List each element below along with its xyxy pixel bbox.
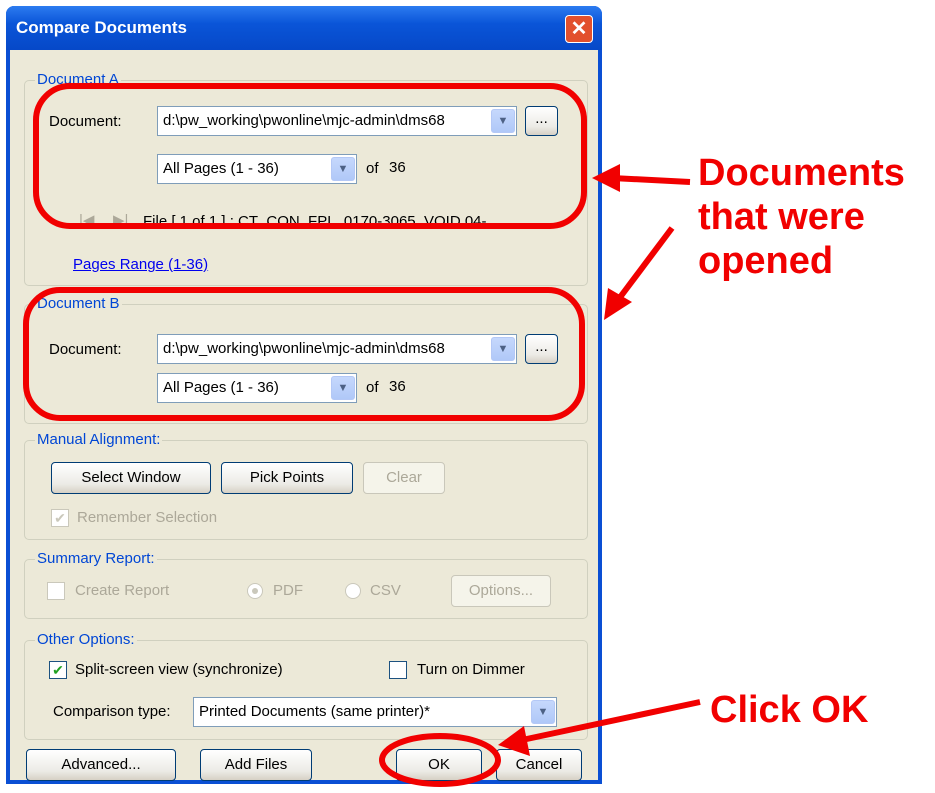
other-options-group: Other Options: ✔ Split-screen view (sync… [24,631,588,740]
dimmer-checkbox[interactable] [389,661,407,679]
document-a-legend: Document A [35,71,121,88]
document-b-legend: Document B [35,295,122,312]
document-a-pages-combo[interactable]: All Pages (1 - 36) ▼ [157,154,357,184]
pick-points-label: Pick Points [249,469,325,486]
split-screen-checkbox[interactable]: ✔ [49,661,67,679]
csv-radio [345,583,361,599]
annotation-line-1: Documents [698,152,905,194]
cancel-label: Cancel [515,756,563,773]
dialog-title: Compare Documents [16,18,187,37]
chevron-down-icon[interactable]: ▼ [491,337,515,361]
advanced-button[interactable]: Advanced... [26,749,176,781]
manual-alignment-legend: Manual Alignment: [35,431,163,448]
chevron-down-icon[interactable]: ▼ [331,157,355,181]
dimmer-label[interactable]: Turn on Dimmer [417,661,525,678]
document-a-file-info: File [ 1 of 1 ] : CT_CON_FPL_0170-3065_V… [143,213,500,230]
document-a-of: of [366,160,379,177]
arrow-to-doc-b [615,226,675,302]
annotation-line-2: that were [698,196,865,238]
select-window-button[interactable]: Select Window [51,462,211,494]
documents-annotation: Documents that were opened [698,151,905,283]
document-b-value: d:\pw_working\pwonline\mjc-admin\dms68 [163,340,445,357]
ok-button[interactable]: OK [396,749,482,781]
remember-selection-label: Remember Selection [77,509,218,526]
browse-label: ... [535,338,548,355]
document-a-label: Document: [49,113,122,130]
document-a-pages-value: All Pages (1 - 36) [163,160,279,177]
select-window-label: Select Window [81,469,181,486]
annotation-line-3: opened [698,240,834,282]
split-screen-label[interactable]: Split-screen view (synchronize) [75,661,283,678]
document-b-label: Document: [49,341,122,358]
document-b-pages-value: All Pages (1 - 36) [163,379,279,396]
chevron-down-icon[interactable]: ▼ [491,109,515,133]
comparison-type-value: Printed Documents (same printer)* [199,703,430,720]
next-file-icon[interactable]: ▶| [113,211,128,229]
checkmark-icon: ✔ [54,510,66,526]
summary-report-group: Summary Report: Create Report PDF CSV Op… [24,550,588,619]
dialog-client-area: Document A Document: d:\pw_working\pwonl… [10,50,598,781]
chevron-down-icon[interactable]: ▼ [331,376,355,400]
cancel-button[interactable]: Cancel [496,749,582,781]
document-b-page-count: 36 [389,378,406,395]
clear-label: Clear [386,469,422,486]
add-files-button[interactable]: Add Files [200,749,312,781]
comparison-type-combo[interactable]: Printed Documents (same printer)* ▼ [193,697,557,727]
document-a-group: Document A Document: d:\pw_working\pwonl… [24,71,588,286]
first-file-icon[interactable]: |◀ [79,211,94,229]
summary-report-legend: Summary Report: [35,550,157,567]
compare-documents-dialog: Compare Documents ✕ Document A Document:… [6,6,602,784]
options-button: Options... [451,575,551,607]
pdf-label: PDF [273,582,303,599]
checkmark-icon: ✔ [52,662,64,678]
manual-alignment-group: Manual Alignment: Select Window Pick Poi… [24,431,588,540]
document-b-combo[interactable]: d:\pw_working\pwonline\mjc-admin\dms68 ▼ [157,334,517,364]
pick-points-button[interactable]: Pick Points [221,462,353,494]
arrow-to-doc-a [611,175,691,185]
remember-selection-checkbox: ✔ [51,509,69,527]
document-a-page-count: 36 [389,159,406,176]
document-a-browse-button[interactable]: ... [525,106,558,136]
close-icon: ✕ [570,18,588,40]
document-b-of: of [366,379,379,396]
create-report-checkbox [47,582,65,600]
document-a-value: d:\pw_working\pwonline\mjc-admin\dms68 [163,112,445,129]
advanced-label: Advanced... [61,756,141,773]
options-label: Options... [468,582,534,599]
document-b-group: Document B Document: d:\pw_working\pwonl… [24,295,588,424]
document-b-pages-combo[interactable]: All Pages (1 - 36) ▼ [157,373,357,403]
create-report-label: Create Report [75,582,170,599]
browse-label: ... [535,110,548,127]
chevron-down-icon[interactable]: ▼ [531,700,555,724]
other-options-legend: Other Options: [35,631,137,648]
pages-range-link[interactable]: Pages Range (1-36) [73,256,208,273]
pdf-radio [247,583,263,599]
document-a-combo[interactable]: d:\pw_working\pwonline\mjc-admin\dms68 ▼ [157,106,517,136]
csv-label: CSV [370,582,401,599]
ok-label: OK [428,756,450,773]
close-button[interactable]: ✕ [565,15,593,43]
comparison-type-label: Comparison type: [53,703,171,720]
document-b-browse-button[interactable]: ... [525,334,558,364]
add-files-label: Add Files [224,756,288,773]
title-bar: Compare Documents ✕ [6,6,602,50]
click-ok-annotation: Click OK [710,689,869,731]
clear-button: Clear [363,462,445,494]
